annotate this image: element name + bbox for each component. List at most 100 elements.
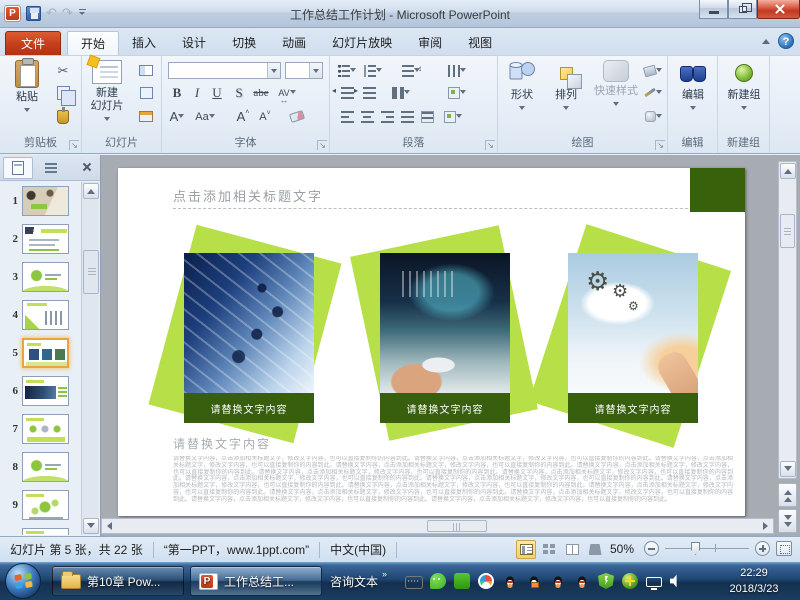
save-icon[interactable] (26, 6, 41, 21)
scroll-left-icon[interactable] (102, 520, 116, 532)
zoom-in-button[interactable] (755, 541, 770, 556)
slide-counter[interactable]: 幻灯片 第 5 张，共 22 张 (0, 541, 153, 558)
thumbnail[interactable] (22, 338, 69, 368)
paragraph-dialog-launcher[interactable]: ↘ (485, 140, 495, 150)
qq-icon-4[interactable] (574, 573, 590, 589)
zoom-slider[interactable] (665, 541, 749, 556)
drawing-dialog-launcher[interactable]: ↘ (655, 140, 665, 150)
scroll-down-icon[interactable] (780, 461, 796, 477)
collapse-ribbon-icon[interactable] (762, 35, 770, 44)
slide-thumbnail-row[interactable]: 2 (0, 220, 80, 258)
taskbar-item-powerpoint[interactable]: 工作总结工... (190, 566, 322, 596)
shape-effects-button[interactable] (644, 108, 662, 125)
clipboard-dialog-launcher[interactable]: ↘ (69, 140, 79, 150)
panel-scroll-thumb[interactable] (83, 250, 99, 294)
thumbnail[interactable] (22, 224, 69, 254)
tab-design[interactable]: 设计 (169, 31, 219, 55)
smartart-convert-button[interactable] (444, 108, 462, 125)
image-card[interactable]: 请替换文字内容 (184, 253, 314, 423)
language-indicator[interactable]: 中文(中国) (320, 541, 396, 558)
thumbnail[interactable] (22, 452, 69, 482)
clear-formatting-button[interactable] (288, 108, 306, 125)
new-slide-button[interactable]: 新建幻灯片 (84, 60, 130, 134)
slide-thumbnail-row[interactable]: 9 (0, 486, 80, 524)
panel-scroll-up-icon[interactable] (83, 183, 99, 199)
strikethrough-button[interactable]: abe (252, 84, 270, 101)
shapes-button[interactable]: 形状 (502, 60, 542, 134)
thumbnail[interactable] (22, 186, 69, 216)
slide-page[interactable]: 点击添加相关标题文字 请替换文字内容 请替换文字内容 (118, 168, 745, 516)
tab-file[interactable]: 文件 (5, 31, 61, 55)
change-case-button[interactable]: Aa (196, 108, 214, 125)
reading-view-button[interactable] (562, 540, 582, 559)
vertical-scroll-thumb[interactable] (780, 214, 795, 248)
desktop-toolbar[interactable]: 咨询文本 » (330, 573, 386, 590)
font-color-button[interactable]: A (168, 108, 186, 125)
card-photo-mouse[interactable] (380, 253, 510, 393)
card-caption[interactable]: 请替换文字内容 (568, 393, 698, 423)
help-icon[interactable]: ? (778, 33, 794, 49)
horizontal-scroll-thumb[interactable] (427, 520, 487, 532)
numbering-button[interactable] (364, 62, 382, 79)
previous-slide-button[interactable] (778, 483, 797, 507)
sogou-icon[interactable] (454, 573, 470, 589)
thumbnail[interactable] (22, 262, 69, 292)
outline-tab[interactable] (36, 157, 66, 179)
volume-icon[interactable] (670, 573, 681, 589)
tab-animations[interactable]: 动画 (269, 31, 319, 55)
tab-insert[interactable]: 插入 (119, 31, 169, 55)
wechat-icon[interactable] (430, 573, 446, 589)
text-shadow-button[interactable]: S (230, 84, 248, 101)
qq-icon-3[interactable] (550, 573, 566, 589)
slide-thumbnail-row[interactable]: 5 (0, 334, 80, 372)
slide-thumbnail-row[interactable]: 7 (0, 410, 80, 448)
thumbnail[interactable] (22, 528, 69, 535)
card-photo-gears[interactable]: ⚙ ⚙ ⚙ (568, 253, 698, 393)
close-panel-icon[interactable] (80, 160, 94, 174)
distribute-button[interactable] (418, 108, 436, 125)
restore-button[interactable] (728, 0, 757, 19)
cut-button[interactable]: ✂ (54, 62, 72, 79)
image-card[interactable]: ⚙ ⚙ ⚙ 请替换文字内容 (568, 253, 698, 423)
panel-scrollbar[interactable] (81, 182, 99, 535)
close-button[interactable] (757, 0, 800, 19)
network-icon[interactable] (646, 577, 662, 587)
shrink-font-button[interactable]: A˅ (256, 108, 274, 125)
safety-ball-icon[interactable] (622, 573, 638, 589)
toolbar-chevron-icon[interactable]: » (382, 569, 386, 579)
quick-styles-button[interactable]: 快速样式 (590, 60, 642, 134)
tab-home[interactable]: 开始 (67, 31, 119, 55)
tab-view[interactable]: 视图 (455, 31, 505, 55)
reset-button[interactable] (137, 84, 155, 101)
slide-sorter-button[interactable] (539, 540, 559, 559)
body-heading[interactable]: 请替换文字内容 (173, 435, 271, 452)
system-clock[interactable]: 22:29 2018/3/23 (714, 565, 794, 597)
slide-thumbnail-row[interactable]: 3 (0, 258, 80, 296)
body-text[interactable]: 请替换文字内容，点击添加相关标题文字，修改文字内容，也可以直接复制你的内容到此。… (173, 456, 733, 510)
tab-slideshow[interactable]: 幻灯片放映 (319, 31, 405, 55)
theme-name[interactable]: “第一PPT，www.1ppt.com” (154, 541, 319, 558)
shape-fill-button[interactable] (644, 62, 662, 79)
card-caption[interactable]: 请替换文字内容 (380, 393, 510, 423)
font-size-combo[interactable] (285, 62, 323, 79)
next-slide-button[interactable] (778, 509, 797, 533)
align-right-button[interactable] (378, 108, 396, 125)
zoom-slider-thumb[interactable] (691, 542, 700, 555)
format-painter-button[interactable] (54, 108, 72, 125)
thumbnail[interactable] (22, 414, 69, 444)
horizontal-scrollbar[interactable] (101, 518, 774, 534)
copy-button[interactable] (54, 84, 72, 101)
slide-thumbnail-row[interactable]: 1 (0, 182, 80, 220)
new-group-button[interactable]: 新建组 (721, 60, 767, 134)
line-spacing-button[interactable]: ↕ (402, 62, 420, 79)
slideshow-button[interactable] (585, 540, 605, 559)
columns-button[interactable] (392, 84, 410, 101)
paste-button[interactable]: 粘贴 (4, 60, 50, 134)
zoom-level[interactable]: 50% (610, 542, 634, 556)
card-photo-stairs[interactable] (184, 253, 314, 393)
bullets-button[interactable] (338, 62, 356, 79)
zoom-out-button[interactable] (644, 541, 659, 556)
slide-thumbnail-row[interactable]: 6 (0, 372, 80, 410)
font-name-combo[interactable] (168, 62, 281, 79)
vertical-scrollbar[interactable] (778, 161, 797, 479)
